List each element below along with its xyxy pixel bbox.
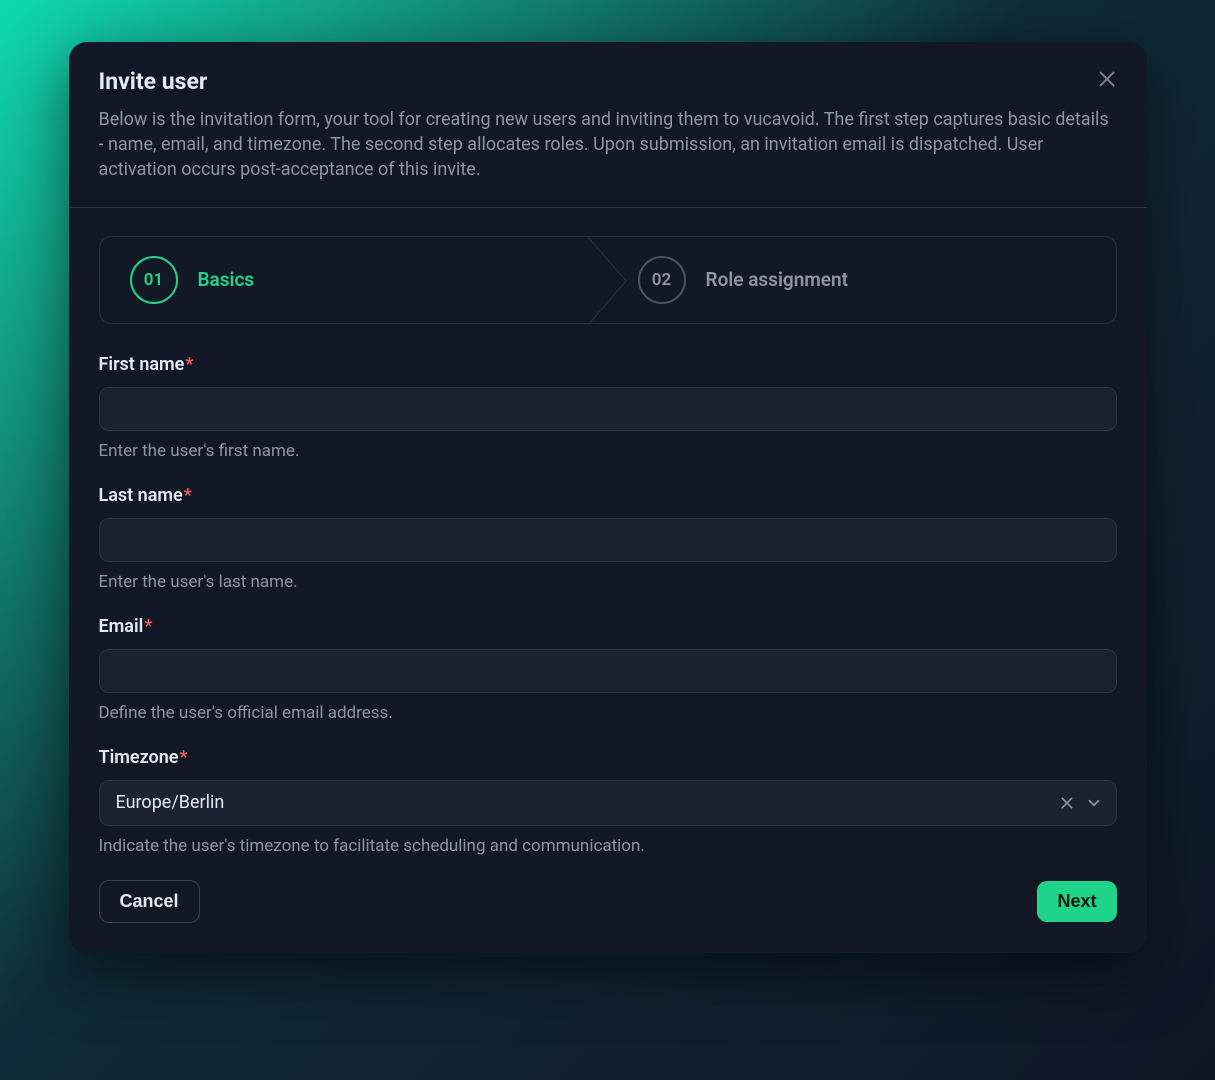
step-label: Role assignment <box>706 268 849 291</box>
email-label: Email* <box>99 616 1117 637</box>
clear-icon[interactable] <box>1059 795 1075 811</box>
modal-description: Below is the invitation form, your tool … <box>99 107 1117 183</box>
select-icons <box>1059 780 1103 826</box>
timezone-select[interactable]: Europe/Berlin <box>99 780 1117 826</box>
label-text: Last name <box>99 485 183 506</box>
label-text: Email <box>99 616 144 637</box>
step-role-assignment[interactable]: 02 Role assignment <box>608 237 1116 323</box>
modal-header: Invite user Below is the invitation form… <box>69 42 1147 207</box>
invite-user-modal: Invite user Below is the invitation form… <box>69 42 1147 953</box>
last-name-hint: Enter the user's last name. <box>99 572 1117 592</box>
timezone-select-wrap: Europe/Berlin <box>99 780 1117 826</box>
cancel-button[interactable]: Cancel <box>99 880 200 923</box>
email-hint: Define the user's official email address… <box>99 703 1117 723</box>
step-number-badge: 02 <box>638 256 686 304</box>
first-name-label: First name* <box>99 354 1117 375</box>
email-input[interactable] <box>99 649 1117 693</box>
modal-footer: Cancel Next <box>99 880 1117 923</box>
field-first-name: First name* Enter the user's first name. <box>99 354 1117 461</box>
required-marker: * <box>179 747 187 768</box>
required-marker: * <box>184 485 192 506</box>
timezone-hint: Indicate the user's timezone to facilita… <box>99 836 1117 856</box>
step-basics[interactable]: 01 Basics <box>100 237 608 323</box>
first-name-hint: Enter the user's first name. <box>99 441 1117 461</box>
chevron-down-icon[interactable] <box>1085 794 1103 812</box>
modal-body: 01 Basics 02 Role assignment First name*… <box>69 208 1147 953</box>
timezone-label: Timezone* <box>99 747 1117 768</box>
last-name-input[interactable] <box>99 518 1117 562</box>
last-name-label: Last name* <box>99 485 1117 506</box>
label-text: Timezone <box>99 747 179 768</box>
field-timezone: Timezone* Europe/Berlin Indicate the use… <box>99 747 1117 856</box>
first-name-input[interactable] <box>99 387 1117 431</box>
label-text: First name <box>99 354 185 375</box>
close-button[interactable] <box>1093 66 1121 94</box>
next-button[interactable]: Next <box>1037 881 1116 922</box>
modal-title: Invite user <box>99 68 1117 95</box>
step-number-badge: 01 <box>130 256 178 304</box>
required-marker: * <box>185 354 193 375</box>
field-last-name: Last name* Enter the user's last name. <box>99 485 1117 592</box>
required-marker: * <box>144 616 152 637</box>
step-label: Basics <box>198 268 255 291</box>
close-icon <box>1096 68 1118 93</box>
field-email: Email* Define the user's official email … <box>99 616 1117 723</box>
stepper: 01 Basics 02 Role assignment <box>99 236 1117 324</box>
timezone-value: Europe/Berlin <box>116 792 225 813</box>
